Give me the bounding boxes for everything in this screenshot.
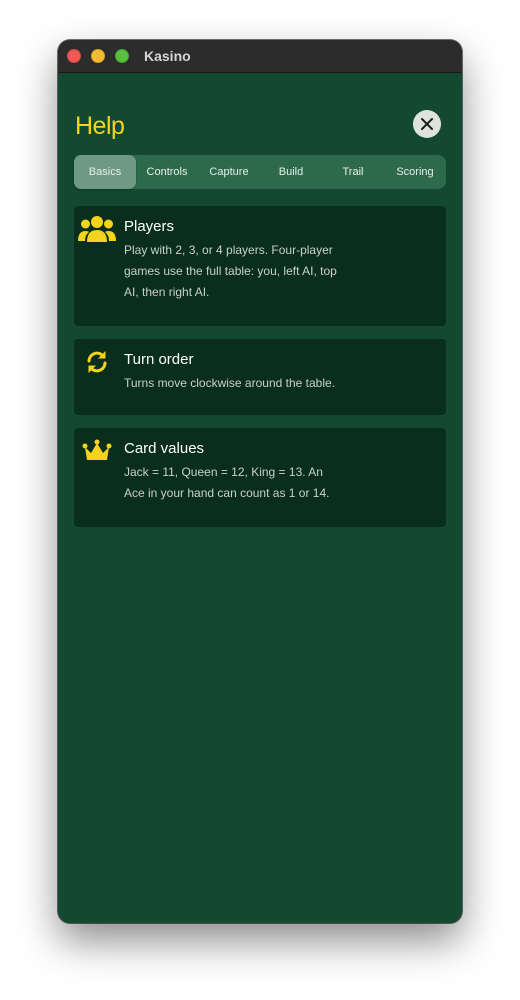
help-card-turn-order: Turn order Turns move clockwise around t… <box>74 339 446 415</box>
players-icon <box>78 214 116 244</box>
help-card-card-values: Card values Jack = 11, Queen = 12, King … <box>74 428 446 527</box>
window-title: Kasino <box>144 48 191 64</box>
tab-controls[interactable]: Controls <box>136 155 198 189</box>
tab-trail[interactable]: Trail <box>322 155 384 189</box>
window-close-button[interactable] <box>67 49 81 63</box>
title-bar[interactable]: Kasino <box>58 40 462 73</box>
tab-capture[interactable]: Capture <box>198 155 260 189</box>
card-title: Turn order <box>124 351 194 368</box>
window-minimize-button[interactable] <box>91 49 105 63</box>
card-text: Play with 2, 3, or 4 players. Four-playe… <box>124 243 337 299</box>
crown-icon <box>78 436 116 466</box>
help-tabs: Basics Controls Capture Build Trail Scor… <box>74 155 446 189</box>
tab-basics[interactable]: Basics <box>74 155 136 189</box>
card-text: Turns move clockwise around the table. <box>124 376 335 390</box>
card-text: Jack = 11, Queen = 12, King = 13. An Ace… <box>124 465 330 500</box>
close-icon <box>421 118 433 130</box>
turn-order-icon <box>78 347 116 377</box>
help-card-players: Players Play with 2, 3, or 4 players. Fo… <box>74 206 446 326</box>
tab-scoring[interactable]: Scoring <box>384 155 446 189</box>
tab-build[interactable]: Build <box>260 155 322 189</box>
window-maximize-button[interactable] <box>115 49 129 63</box>
card-title: Card values <box>124 440 205 457</box>
app-window: Kasino Help Basics Controls Capture Buil… <box>58 40 462 923</box>
page-title: Help <box>75 112 125 140</box>
card-title: Players <box>124 218 175 235</box>
close-help-button[interactable] <box>413 110 441 138</box>
